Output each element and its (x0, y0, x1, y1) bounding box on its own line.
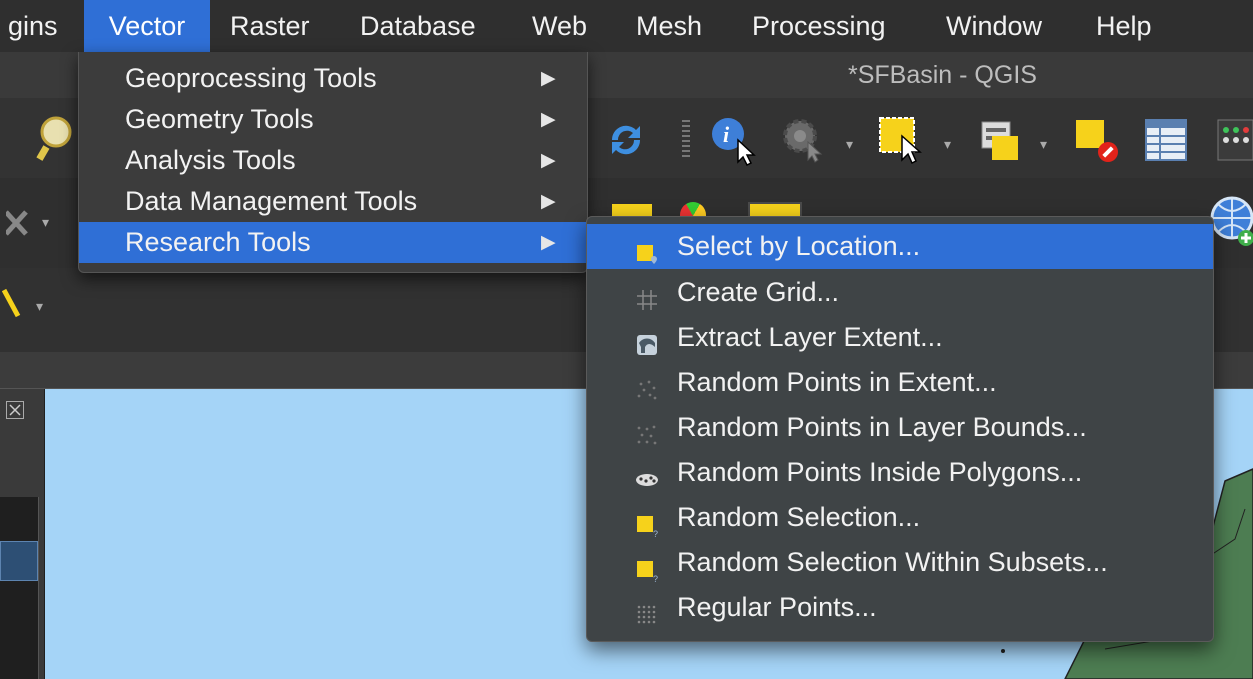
menu-web[interactable]: Web (532, 0, 587, 52)
menu-item-label: Geometry Tools (125, 104, 314, 134)
select-by-location-icon (635, 235, 659, 264)
menu-item-label: Regular Points... (677, 592, 877, 622)
menu-item-random-points-in-layer-bounds[interactable]: Random Points in Layer Bounds... (587, 405, 1213, 450)
menu-plugins[interactable]: gins (6, 0, 60, 52)
random-selection-icon: ? (635, 506, 659, 539)
menu-item-regular-points[interactable]: Regular Points... (587, 585, 1213, 630)
menu-bar: gins Vector Raster Database Web Mesh Pro… (0, 0, 1253, 53)
menu-vector[interactable]: Vector (84, 0, 210, 52)
menu-database[interactable]: Database (360, 0, 476, 52)
menu-item-label: Random Points in Layer Bounds... (677, 412, 1087, 442)
menu-raster[interactable]: Raster (230, 0, 310, 52)
layer-tree[interactable] (0, 497, 39, 679)
menu-item-geometry-tools[interactable]: Geometry Tools ▶ (79, 99, 587, 140)
identify-features-icon[interactable]: i (708, 114, 762, 168)
select-by-value-icon[interactable] (978, 118, 1024, 164)
layers-panel (0, 389, 45, 679)
menu-item-label: Extract Layer Extent... (677, 322, 943, 352)
menu-item-create-grid[interactable]: Create Grid... (587, 270, 1213, 315)
chevron-down-icon[interactable]: ▾ (846, 136, 853, 153)
menu-item-research-tools[interactable]: Research Tools ▶ (79, 222, 587, 263)
color-wheel-icon[interactable] (680, 202, 706, 216)
layer-style-icon[interactable] (612, 204, 652, 216)
menu-item-extract-layer-extent[interactable]: Extract Layer Extent... (587, 315, 1213, 360)
select-features-icon[interactable] (876, 114, 932, 170)
chevron-down-icon[interactable]: ▾ (42, 214, 49, 231)
random-points-polygons-icon (635, 461, 659, 486)
menu-item-label: Geoprocessing Tools (125, 63, 377, 93)
label-tool-icon[interactable] (1, 286, 22, 326)
run-action-icon[interactable] (780, 116, 828, 164)
vector-menu: Geoprocessing Tools ▶ Geometry Tools ▶ A… (78, 52, 588, 273)
submenu-arrow-icon: ▶ (541, 150, 556, 171)
svg-text:?: ? (653, 529, 658, 537)
random-points-icon (635, 371, 659, 400)
chevron-down-icon[interactable]: ▾ (944, 136, 951, 153)
grid-icon (635, 281, 659, 310)
menu-window[interactable]: Window (946, 0, 1042, 52)
menu-item-label: Random Selection... (677, 502, 921, 532)
menu-item-select-by-location[interactable]: Select by Location... (587, 224, 1213, 269)
random-points-bounds-icon (635, 416, 659, 445)
menu-item-label: Random Points Inside Polygons... (677, 457, 1083, 487)
menu-item-label: Analysis Tools (125, 145, 296, 175)
field-calculator-icon[interactable] (1216, 118, 1253, 162)
submenu-arrow-icon: ▶ (541, 68, 556, 89)
submenu-arrow-icon: ▶ (541, 232, 556, 253)
svg-text:i: i (723, 122, 730, 147)
research-tools-submenu: Select by Location... Create Grid... Ext… (586, 216, 1214, 642)
submenu-arrow-icon: ▶ (541, 109, 556, 130)
menu-item-label: Data Management Tools (125, 186, 418, 216)
menu-item-label: Random Selection Within Subsets... (677, 547, 1108, 577)
window-title: *SFBasin - QGIS (848, 61, 1037, 89)
deselect-features-icon[interactable] (1072, 116, 1120, 164)
regular-points-icon (635, 596, 659, 624)
svg-text:?: ? (653, 574, 658, 582)
menu-item-geoprocessing-tools[interactable]: Geoprocessing Tools ▶ (79, 58, 587, 99)
digitize-tool-icon[interactable] (4, 208, 30, 238)
random-selection-subsets-icon: ? (635, 551, 659, 584)
chevron-down-icon[interactable]: ▾ (1040, 136, 1047, 153)
menu-item-random-points-inside-polygons[interactable]: Random Points Inside Polygons... (587, 450, 1213, 495)
menu-item-label: Random Points in Extent... (677, 367, 997, 397)
menu-mesh[interactable]: Mesh (636, 0, 702, 52)
menu-item-analysis-tools[interactable]: Analysis Tools ▶ (79, 140, 587, 181)
zoom-magnifier-icon[interactable] (34, 112, 84, 162)
menu-item-random-points-in-extent[interactable]: Random Points in Extent... (587, 360, 1213, 405)
selected-layer-row[interactable] (0, 541, 38, 581)
menu-item-label: Research Tools (125, 227, 311, 257)
menu-processing[interactable]: Processing (752, 0, 886, 52)
chevron-down-icon[interactable]: ▾ (36, 298, 43, 315)
refresh-icon[interactable] (604, 118, 648, 162)
close-icon[interactable] (6, 401, 24, 419)
layer-extent-icon (635, 326, 659, 355)
toolbar-handle-icon[interactable] (682, 120, 690, 158)
menu-item-random-selection-within-subsets[interactable]: ? Random Selection Within Subsets... (587, 540, 1213, 585)
submenu-arrow-icon: ▶ (541, 191, 556, 212)
menu-item-label: Create Grid... (677, 277, 840, 307)
attribute-table-icon[interactable] (1144, 118, 1188, 162)
menu-help[interactable]: Help (1096, 0, 1152, 52)
menu-item-label: Select by Location... (677, 231, 921, 261)
menu-item-random-selection[interactable]: ? Random Selection... (587, 495, 1213, 540)
menu-item-data-management-tools[interactable]: Data Management Tools ▶ (79, 181, 587, 222)
